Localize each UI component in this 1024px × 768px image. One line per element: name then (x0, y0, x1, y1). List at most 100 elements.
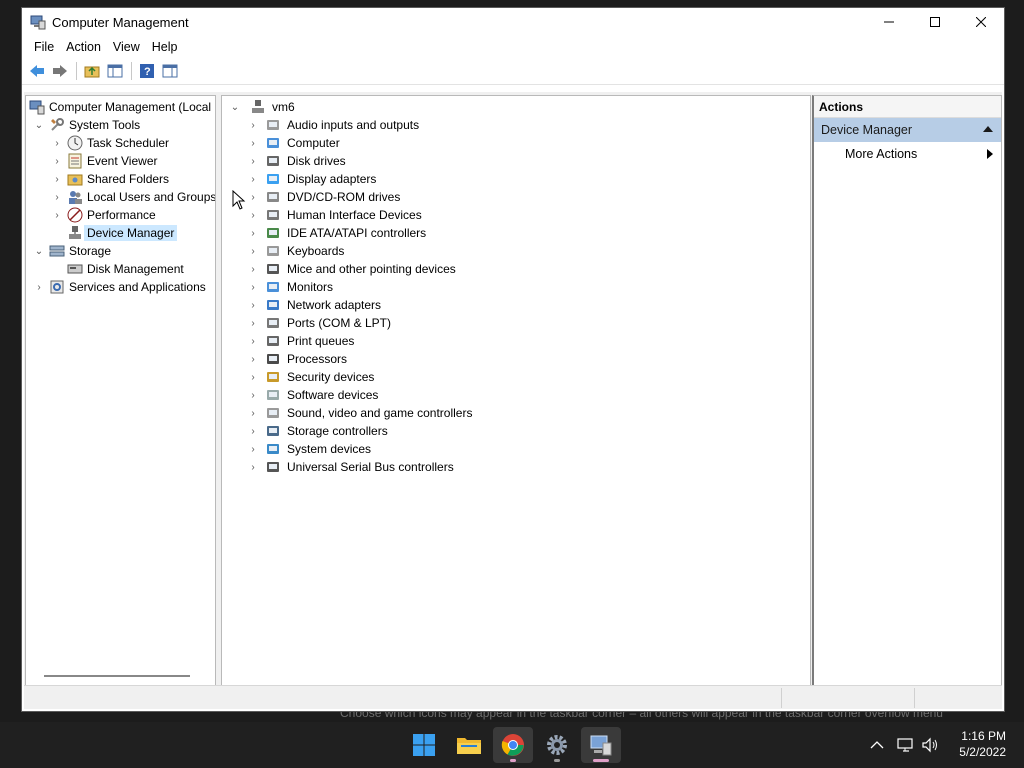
show-hide-action-pane-button[interactable] (159, 60, 181, 82)
device-category-row[interactable]: › Display adapters (246, 170, 376, 188)
chevron-right-icon[interactable]: › (50, 136, 64, 150)
chrome-taskbar-button[interactable] (493, 727, 533, 763)
device-category-row[interactable]: › Print queues (246, 332, 354, 350)
chevron-down-icon[interactable]: ⌄ (32, 244, 46, 258)
chevron-right-icon[interactable]: › (246, 262, 260, 276)
up-one-level-button[interactable] (81, 60, 103, 82)
horizontal-scrollbar[interactable] (44, 675, 190, 677)
device-category-row[interactable]: › IDE ATA/ATAPI controllers (246, 224, 426, 242)
chevron-right-icon[interactable]: › (246, 208, 260, 222)
back-button[interactable] (26, 60, 48, 82)
menu-file[interactable]: File (28, 40, 60, 54)
device-category-row[interactable]: › Mice and other pointing devices (246, 260, 456, 278)
chevron-down-icon[interactable]: ⌄ (32, 118, 46, 132)
tree-item-event-viewer[interactable]: › Event Viewer (50, 152, 157, 170)
chevron-right-icon[interactable]: › (246, 190, 260, 204)
device-category-row[interactable]: › Audio inputs and outputs (246, 116, 419, 134)
chevron-right-icon[interactable]: › (246, 352, 260, 366)
clock[interactable]: 1:16 PM 5/2/2022 (959, 728, 1006, 760)
console-tree[interactable]: Computer Management (Local ⌄ System Tool… (25, 95, 216, 686)
chevron-right-icon[interactable]: › (246, 136, 260, 150)
event-viewer-icon (68, 153, 82, 169)
device-category-row[interactable]: › Sound, video and game controllers (246, 404, 472, 422)
device-category-row[interactable]: › DVD/CD-ROM drives (246, 188, 400, 206)
device-category-row[interactable]: › Computer (246, 134, 339, 152)
close-button[interactable] (958, 8, 1004, 36)
chevron-right-icon[interactable]: › (246, 154, 260, 168)
tree-item-storage[interactable]: ⌄ Storage (32, 242, 111, 260)
device-category-row[interactable]: › Processors (246, 350, 347, 368)
chevron-right-icon[interactable]: › (246, 460, 260, 474)
tree-item-label: Disk Management (87, 262, 184, 276)
device-category-row[interactable]: › Network adapters (246, 296, 381, 314)
chevron-right-icon[interactable]: › (246, 424, 260, 438)
chevron-right-icon[interactable]: › (50, 208, 64, 222)
tree-item-shared-folders[interactable]: › Shared Folders (50, 170, 169, 188)
minimize-button[interactable] (866, 8, 912, 36)
chevron-right-icon[interactable]: › (246, 280, 260, 294)
chevron-right-icon[interactable]: › (50, 154, 64, 168)
volume-tray-icon[interactable] (922, 722, 940, 768)
device-category-label: Sound, video and game controllers (287, 406, 473, 420)
tree-item-performance[interactable]: › Performance (50, 206, 156, 224)
device-category-label: Mice and other pointing devices (287, 262, 456, 276)
toolbar-separator (76, 62, 77, 80)
system-tools-icon (51, 118, 64, 131)
title-bar[interactable]: Computer Management (22, 8, 1004, 36)
taskbar: 1:16 PM 5/2/2022 (0, 722, 1024, 768)
device-category-row[interactable]: › System devices (246, 440, 371, 458)
device-category-row[interactable]: › Universal Serial Bus controllers (246, 458, 453, 476)
chevron-down-icon[interactable]: ⌄ (228, 100, 242, 114)
device-category-row[interactable]: › Ports (COM & LPT) (246, 314, 391, 332)
start-button[interactable] (404, 727, 444, 763)
forward-button[interactable] (49, 60, 71, 82)
chevron-right-icon[interactable]: › (32, 280, 46, 294)
chevron-right-icon[interactable]: › (246, 442, 260, 456)
show-hidden-icons-button[interactable] (870, 722, 884, 768)
device-category-row[interactable]: › Monitors (246, 278, 333, 296)
chevron-right-icon[interactable]: › (50, 190, 64, 204)
help-button[interactable]: ? (136, 60, 158, 82)
actions-group-device-manager[interactable]: Device Manager (814, 118, 1001, 142)
maximize-button[interactable] (912, 8, 958, 36)
tree-item-disk-management[interactable]: Disk Management (50, 260, 184, 278)
collapse-up-icon[interactable] (983, 126, 993, 132)
chevron-right-icon[interactable]: › (246, 172, 260, 186)
computer-management-taskbar-button[interactable] (581, 727, 621, 763)
device-category-row[interactable]: › Software devices (246, 386, 378, 404)
tree-item-services-applications[interactable]: › Services and Applications (32, 278, 205, 296)
chevron-right-icon[interactable]: › (246, 298, 260, 312)
show-hide-console-tree-button[interactable] (104, 60, 126, 82)
file-explorer-taskbar-button[interactable] (449, 727, 489, 763)
tree-item-label: System Tools (69, 118, 141, 132)
chevron-right-icon[interactable]: › (246, 334, 260, 348)
device-root[interactable]: ⌄ vm6 (228, 98, 295, 116)
network-tray-icon[interactable] (897, 722, 915, 768)
chevron-right-icon[interactable]: › (246, 226, 260, 240)
tree-item-system-tools[interactable]: ⌄ System Tools (32, 116, 140, 134)
device-category-row[interactable]: › Human Interface Devices (246, 206, 421, 224)
tree-item-task-scheduler[interactable]: › Task Scheduler (50, 134, 169, 152)
device-category-row[interactable]: › Disk drives (246, 152, 345, 170)
chevron-right-icon[interactable]: › (246, 388, 260, 402)
device-category-row[interactable]: › Keyboards (246, 242, 344, 260)
network-icon (897, 738, 913, 752)
chevron-right-icon[interactable]: › (246, 244, 260, 258)
chevron-right-icon[interactable]: › (246, 370, 260, 384)
device-tree[interactable]: ⌄ vm6 › Audio inputs and outputs › Computer… (221, 95, 811, 686)
more-actions-item[interactable]: More Actions (814, 142, 1001, 166)
chevron-right-icon[interactable]: › (50, 172, 64, 186)
settings-taskbar-button[interactable] (537, 727, 577, 763)
menu-view[interactable]: View (107, 40, 146, 54)
device-category-row[interactable]: › Security devices (246, 368, 374, 386)
device-category-row[interactable]: › Storage controllers (246, 422, 387, 440)
tree-item-local-users[interactable]: › Local Users and Groups (50, 188, 215, 206)
tree-root[interactable]: Computer Management (Local (28, 98, 211, 116)
chevron-right-icon[interactable]: › (246, 118, 260, 132)
keyboard-icon (267, 246, 279, 256)
chevron-right-icon[interactable]: › (246, 406, 260, 420)
chevron-right-icon[interactable]: › (246, 316, 260, 330)
menu-help[interactable]: Help (146, 40, 184, 54)
menu-action[interactable]: Action (60, 40, 107, 54)
tree-item-device-manager[interactable]: Device Manager (50, 224, 178, 242)
